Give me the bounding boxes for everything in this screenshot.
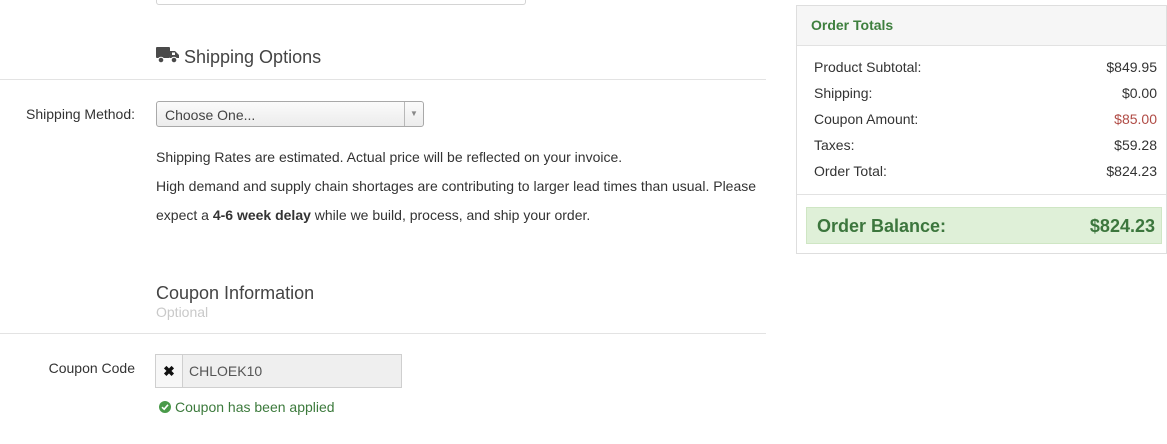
lead-time-text: while we build, process, and ship your o… [310,207,591,223]
totals-row-value: $824.23 [1106,163,1157,179]
shipping-cost-row: Shipping: $0.00 [814,85,1157,103]
shipping-method-label: Shipping Method: [26,106,135,122]
totals-row-value: $849.95 [1106,59,1157,75]
order-totals-title: Order Totals [811,17,894,33]
taxes-row: Taxes: $59.28 [814,137,1157,155]
shipping-options-title: Shipping Options [184,47,322,67]
totals-row-label: Coupon Amount: [814,111,919,127]
order-totals-header: Order Totals [797,6,1166,46]
remove-coupon-icon[interactable]: ✖ [156,355,183,387]
coupon-applied-message: Coupon has been applied [159,399,335,415]
coupon-optional-subtitle: Optional [156,304,209,320]
check-circle-icon [159,401,171,413]
order-balance-value: $824.23 [1089,216,1155,236]
order-balance-label: Order Balance: [817,216,947,236]
totals-divider [797,194,1166,195]
coupon-status-text: Coupon has been applied [175,399,335,415]
shipping-method-selected-value: Choose One... [165,107,256,123]
dropdown-arrow-icon[interactable]: ▼ [404,102,423,126]
totals-row-label: Order Total: [814,163,887,179]
shipping-estimate-note: Shipping Rates are estimated. Actual pri… [156,149,623,165]
order-totals-panel: Order Totals Product Subtotal: $849.95 S… [796,5,1167,254]
totals-row-value: $59.28 [1114,137,1157,153]
coupon-code-label: Coupon Code [48,360,135,376]
lead-time-text: expect a [156,207,213,223]
lead-time-note-line: expect a 4-6 week delay while we build, … [156,207,590,223]
delay-emphasis: 4-6 week delay [212,207,311,223]
previous-field-input[interactable] [156,0,526,5]
product-subtotal-row: Product Subtotal: $849.95 [814,59,1157,77]
totals-row-label: Product Subtotal: [814,59,922,75]
coupon-amount-row: Coupon Amount: $85.00 [814,111,1157,129]
lead-time-note-line: High demand and supply chain shortages a… [156,178,757,194]
order-balance-box: Order Balance: $824.23 [806,207,1162,244]
shipping-options-heading: Shipping Options [156,46,321,69]
totals-row-value: $0.00 [1121,85,1157,101]
truck-icon [156,46,180,69]
section-divider [0,333,766,334]
totals-row-label: Shipping: [814,85,873,101]
totals-row-label: Taxes: [814,137,855,153]
coupon-code-group: ✖ [155,354,402,388]
shipping-method-select[interactable]: Choose One... ▼ [156,101,424,127]
order-total-row: Order Total: $824.23 [814,163,1157,181]
totals-row-value: $85.00 [1114,111,1157,127]
coupon-code-input[interactable] [183,355,401,387]
coupon-information-title: Coupon Information [156,283,315,303]
section-divider [0,79,766,80]
